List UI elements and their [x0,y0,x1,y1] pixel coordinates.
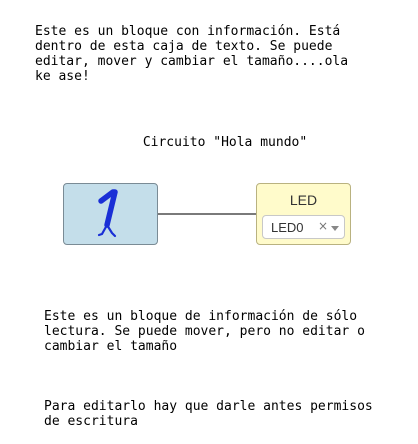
chevron-down-icon[interactable] [331,226,339,231]
led-select-dropdown[interactable]: LED0 × [262,215,345,239]
led-select-value: LED0 [271,220,304,235]
connection-wire [158,213,256,215]
readonly-info-paragraph: Este es un bloque de información de sólo… [44,309,373,354]
number-one-walking-figure-icon [97,189,118,238]
readonly-info-block[interactable]: Este es un bloque de información de sólo… [44,279,374,444]
led-block-title: LED [289,192,318,208]
readonly-info-paragraph: Para editarlo hay que darle antes permis… [44,399,381,429]
clear-selection-icon[interactable]: × [318,219,328,233]
editable-info-textbox[interactable]: Este es un bloque con información. Está … [35,24,365,84]
led-block[interactable]: LED LED0 × [256,183,351,245]
code-block[interactable] [63,183,158,245]
circuit-title: Circuito "Hola mundo" [142,135,308,150]
